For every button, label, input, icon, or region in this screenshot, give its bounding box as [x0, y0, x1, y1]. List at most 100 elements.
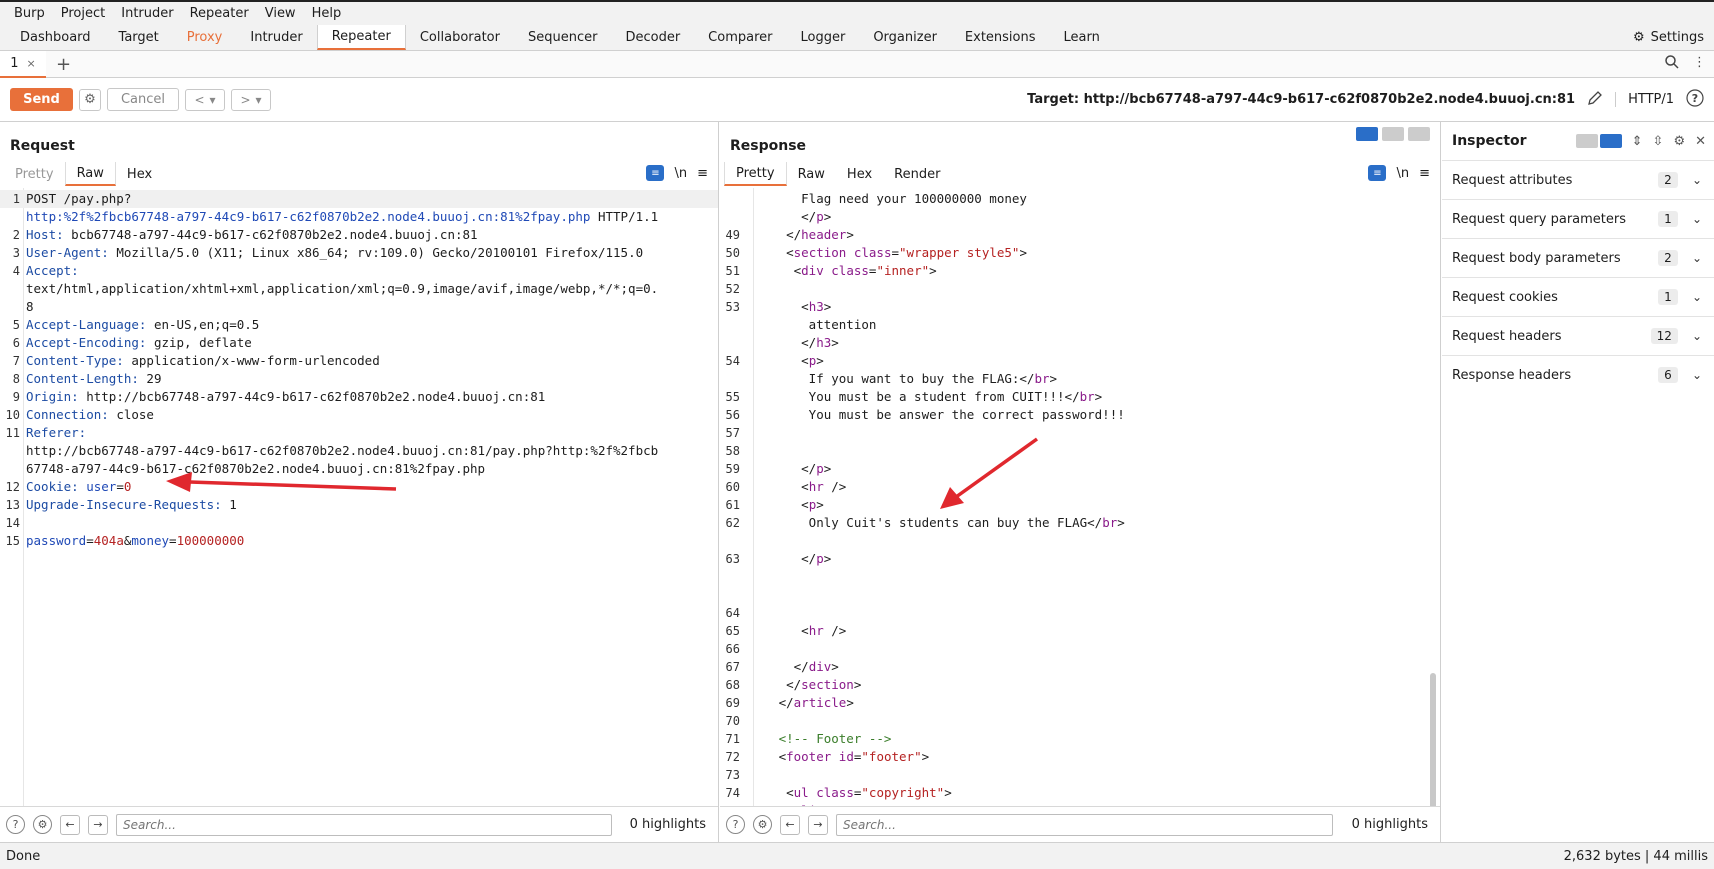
menu-burp[interactable]: Burp	[6, 6, 53, 21]
response-search-input[interactable]	[836, 813, 1333, 836]
layout-side-by-side-icon[interactable]	[1356, 127, 1378, 141]
tab-proxy[interactable]: Proxy	[173, 25, 237, 50]
menu-project[interactable]: Project	[53, 6, 113, 21]
tab-dashboard[interactable]: Dashboard	[6, 25, 105, 50]
inspector-section[interactable]: Response headers 6 ⌄	[1442, 355, 1714, 394]
newline-toggle-icon[interactable]: \n	[1396, 166, 1409, 181]
tab-organizer[interactable]: Organizer	[859, 25, 951, 50]
repeater-tab-1[interactable]: 1 ×	[0, 50, 46, 78]
tab-sequencer[interactable]: Sequencer	[514, 25, 611, 50]
menu-view[interactable]: View	[257, 6, 304, 21]
add-tab-icon[interactable]: +	[56, 54, 71, 75]
response-line[interactable]: 57	[720, 424, 1440, 442]
response-line[interactable]: 60 <hr />	[720, 478, 1440, 496]
response-line[interactable]: 69 </article>	[720, 694, 1440, 712]
response-line[interactable]: 72 <footer id="footer">	[720, 748, 1440, 766]
response-line[interactable]: 59 </p>	[720, 460, 1440, 478]
response-line[interactable]: 74 <ul class="copyright">	[720, 784, 1440, 802]
help-icon[interactable]: ?	[1686, 88, 1704, 111]
response-line[interactable]: 51 <div class="inner">	[720, 262, 1440, 280]
chevron-down-icon[interactable]: ⌄	[1692, 173, 1702, 187]
response-editor[interactable]: Flag need your 100000000 money </p> 49 </…	[720, 188, 1440, 806]
menu-help[interactable]: Help	[304, 6, 350, 21]
menu-icon[interactable]: ≡	[697, 166, 708, 181]
response-line[interactable]	[720, 586, 1440, 604]
response-line[interactable]: </p>	[720, 208, 1440, 226]
response-line[interactable]: attention	[720, 316, 1440, 334]
wrap-lines-icon[interactable]: ≡	[646, 165, 665, 181]
request-line[interactable]: 9 Origin: http://bcb67748-a797-44c9-b617-…	[0, 388, 718, 406]
request-line[interactable]: 1 POST /pay.php?	[0, 190, 718, 208]
request-editor[interactable]: 1 POST /pay.php? http:%2f%2fbcb67748-a797-…	[0, 188, 718, 806]
request-tab-hex[interactable]: Hex	[116, 162, 163, 186]
collapse-all-icon[interactable]: ⇳	[1653, 134, 1664, 149]
response-line[interactable]: 58	[720, 442, 1440, 460]
request-line[interactable]: 12 Cookie: user=0	[0, 478, 718, 496]
next-arrow-icon[interactable]: →	[88, 814, 108, 835]
chevron-down-icon[interactable]: ⌄	[1692, 368, 1702, 382]
inspector-layout-panel-icon[interactable]	[1599, 134, 1622, 148]
response-line[interactable]: 50 <section class="wrapper style5">	[720, 244, 1440, 262]
response-line[interactable]: 55 You must be a student from CUIT!!!</b…	[720, 388, 1440, 406]
request-line[interactable]: 8 Content-Length: 29	[0, 370, 718, 388]
newline-toggle-icon[interactable]: \n	[674, 166, 687, 181]
layout-vertical-icon[interactable]	[1382, 127, 1404, 141]
search-icon[interactable]	[1665, 55, 1679, 73]
help-icon[interactable]: ?	[6, 815, 25, 834]
response-line[interactable]: 63 </p>	[720, 550, 1440, 568]
response-line[interactable]	[720, 532, 1440, 550]
send-button[interactable]: Send	[10, 88, 73, 111]
response-line[interactable]: 62 Only Cuit's students can buy the FLAG…	[720, 514, 1440, 532]
tab-learn[interactable]: Learn	[1050, 25, 1114, 50]
response-tab-pretty[interactable]: Pretty	[724, 162, 787, 186]
next-arrow-icon[interactable]: →	[808, 814, 828, 835]
request-tab-raw[interactable]: Raw	[64, 162, 116, 186]
tab-target[interactable]: Target	[105, 25, 173, 50]
wrap-lines-icon[interactable]: ≡	[1368, 165, 1387, 181]
request-line[interactable]: 67748-a797-44c9-b617-c62f0870b2e2.node4.…	[0, 460, 718, 478]
response-line[interactable]: 53 <h3>	[720, 298, 1440, 316]
request-line[interactable]: 6 Accept-Encoding: gzip, deflate	[0, 334, 718, 352]
gear-icon[interactable]: ⚙	[753, 815, 772, 834]
forward-button[interactable]: > ▾	[231, 88, 271, 111]
http-version[interactable]: HTTP/1	[1615, 92, 1674, 107]
request-line[interactable]: 2 Host: bcb67748-a797-44c9-b617-c62f0870b…	[0, 226, 718, 244]
gear-icon[interactable]: ⚙	[1673, 134, 1685, 149]
response-line[interactable]: 70	[720, 712, 1440, 730]
request-line[interactable]: 8	[0, 298, 718, 316]
response-line[interactable]: If you want to buy the FLAG:</br>	[720, 370, 1440, 388]
request-line[interactable]: 13 Upgrade-Insecure-Requests: 1	[0, 496, 718, 514]
request-line[interactable]: http://bcb67748-a797-44c9-b617-c62f0870b…	[0, 442, 718, 460]
inspector-section[interactable]: Request body parameters 2 ⌄	[1442, 238, 1714, 277]
request-line[interactable]: 4 Accept:	[0, 262, 718, 280]
request-line[interactable]: text/html,application/xhtml+xml,applicat…	[0, 280, 718, 298]
tab-comparer[interactable]: Comparer	[694, 25, 786, 50]
chevron-down-icon[interactable]: ⌄	[1692, 212, 1702, 226]
request-line[interactable]: 14	[0, 514, 718, 532]
request-search-input[interactable]	[116, 813, 612, 836]
response-tab-hex[interactable]: Hex	[836, 162, 883, 186]
response-line[interactable]: 66	[720, 640, 1440, 658]
settings-button[interactable]: ⚙ Settings	[1633, 25, 1714, 50]
layout-tabs-icon[interactable]	[1408, 127, 1430, 141]
request-line[interactable]: 10 Connection: close	[0, 406, 718, 424]
menu-repeater[interactable]: Repeater	[182, 6, 257, 21]
response-line[interactable]: 68 </section>	[720, 676, 1440, 694]
response-line[interactable]: 71 <!-- Footer -->	[720, 730, 1440, 748]
inspector-layout-list-icon[interactable]	[1575, 134, 1598, 148]
previous-arrow-icon[interactable]: ←	[60, 814, 80, 835]
tab-intruder[interactable]: Intruder	[236, 25, 316, 50]
gear-icon[interactable]: ⚙	[33, 815, 52, 834]
menu-icon[interactable]: ≡	[1419, 166, 1430, 181]
response-line[interactable]: 56 You must be answer the correct passwo…	[720, 406, 1440, 424]
tab-decoder[interactable]: Decoder	[611, 25, 694, 50]
chevron-down-icon[interactable]: ⌄	[1692, 329, 1702, 343]
tab-extensions[interactable]: Extensions	[951, 25, 1050, 50]
response-line[interactable]	[720, 568, 1440, 586]
edit-target-pencil-icon[interactable]	[1587, 90, 1603, 110]
close-icon[interactable]: ✕	[1695, 134, 1706, 149]
previous-arrow-icon[interactable]: ←	[780, 814, 800, 835]
close-icon[interactable]: ×	[27, 57, 36, 70]
tab-collaborator[interactable]: Collaborator	[406, 25, 514, 50]
response-line[interactable]: 54 <p>	[720, 352, 1440, 370]
